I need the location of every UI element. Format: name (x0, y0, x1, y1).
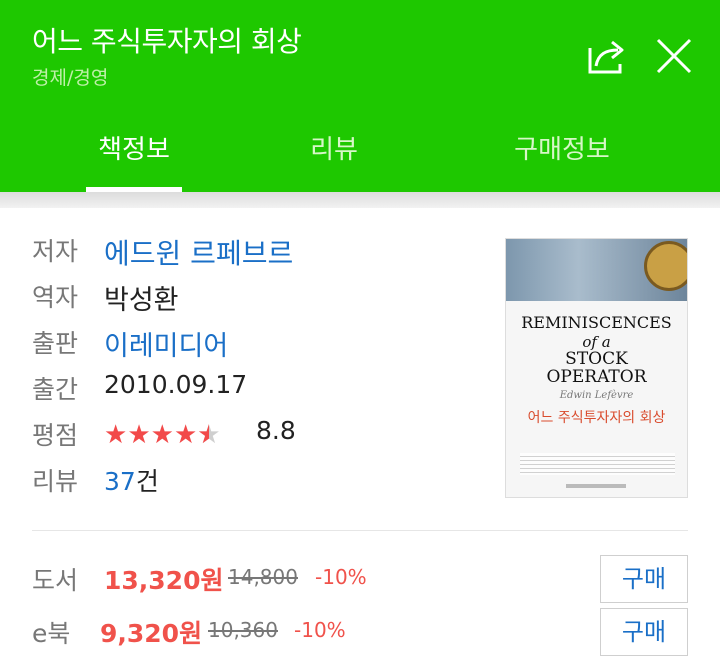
pubdate-value: 2010.09.17 (104, 370, 248, 399)
pubdate-row: 출간 2010.09.17 (32, 370, 492, 410)
book-title: 어느 주식투자자의 회상 (32, 25, 302, 58)
discount-rate: -10% (315, 565, 367, 589)
cover-publisher-mark (566, 484, 626, 488)
tab-review[interactable]: 리뷰 (286, 112, 382, 192)
half-star-icon: ★★ (197, 420, 221, 450)
star-icon: ★ (104, 420, 128, 450)
review-count-text[interactable]: 37건 (104, 462, 159, 498)
tab-purchase-info[interactable]: 구매정보 (500, 112, 624, 192)
book-cover-image[interactable]: REMINISCENCES of a STOCK OPERATOR Edwin … (505, 238, 688, 498)
author-row: 저자 에드윈 르페브르 (32, 232, 492, 272)
review-unit: 건 (135, 467, 159, 496)
star-icon: ★ (127, 420, 151, 450)
price-divider (32, 530, 688, 531)
cover-blurb (520, 453, 675, 475)
tab-book-info[interactable]: 책정보 (86, 112, 182, 192)
star-icon: ★ (173, 420, 198, 450)
author-label: 저자 (32, 237, 79, 266)
translator-name: 박성환 (104, 285, 179, 316)
publisher-label: 출판 (32, 329, 79, 358)
star-icon: ★ (150, 420, 174, 450)
header-bar: 어느 주식투자자의 회상 경제/경영 (0, 0, 720, 112)
cover-title-line3: STOCK (565, 349, 628, 369)
cover-clock-icon (644, 241, 687, 291)
tab-bar: 책정보 리뷰 구매정보 (0, 112, 720, 192)
rating-label: 평점 (32, 421, 79, 450)
pubdate-label: 출간 (32, 375, 79, 404)
cover-title-line1: REMINISCENCES (521, 313, 672, 332)
discount-rate: -10% (294, 618, 346, 642)
buy-ebook-button[interactable]: 구매 (600, 608, 688, 656)
price-row-book: 도서 13,320원 14,800 -10% 구매 (32, 555, 688, 605)
buy-book-button[interactable]: 구매 (600, 555, 688, 603)
section-divider (0, 192, 720, 208)
rating-row: 평점 ★★★★★★ 8.8 (32, 416, 492, 456)
publisher-row: 출판 이레미디어 (32, 324, 492, 364)
rating-stars: ★★★★★★ (104, 420, 221, 450)
publisher-link[interactable]: 이레미디어 (104, 324, 228, 363)
sale-price: 9,320원 (100, 619, 203, 648)
review-count: 37 (104, 467, 136, 496)
sale-price: 13,320원 (104, 566, 224, 595)
price-type: 도서 (32, 566, 79, 595)
price-type: e북 (32, 619, 71, 648)
close-icon[interactable] (650, 32, 698, 80)
author-link[interactable]: 에드윈 르페브르 (104, 232, 293, 272)
translator-label: 역자 (32, 283, 79, 312)
price-row-ebook: e북 9,320원 10,360 -10% 구매 (32, 608, 688, 658)
original-price: 14,800 (228, 565, 298, 589)
share-icon[interactable] (582, 32, 630, 80)
review-row: 리뷰 37건 (32, 462, 492, 502)
original-price: 10,360 (208, 618, 278, 642)
tab-book-info-label: 책정보 (98, 135, 170, 165)
tab-review-label: 리뷰 (310, 135, 358, 165)
rating-score: 8.8 (256, 416, 296, 445)
translator-row: 역자 박성환 (32, 278, 492, 318)
book-category: 경제/경영 (32, 67, 109, 89)
cover-author: Edwin Lefèvre (559, 390, 634, 401)
tab-purchase-info-label: 구매정보 (514, 135, 610, 165)
review-label: 리뷰 (32, 467, 79, 496)
cover-title-line4: OPERATOR (546, 367, 647, 387)
cover-title-korean: 어느 주식투자자의 회상 (527, 410, 666, 426)
